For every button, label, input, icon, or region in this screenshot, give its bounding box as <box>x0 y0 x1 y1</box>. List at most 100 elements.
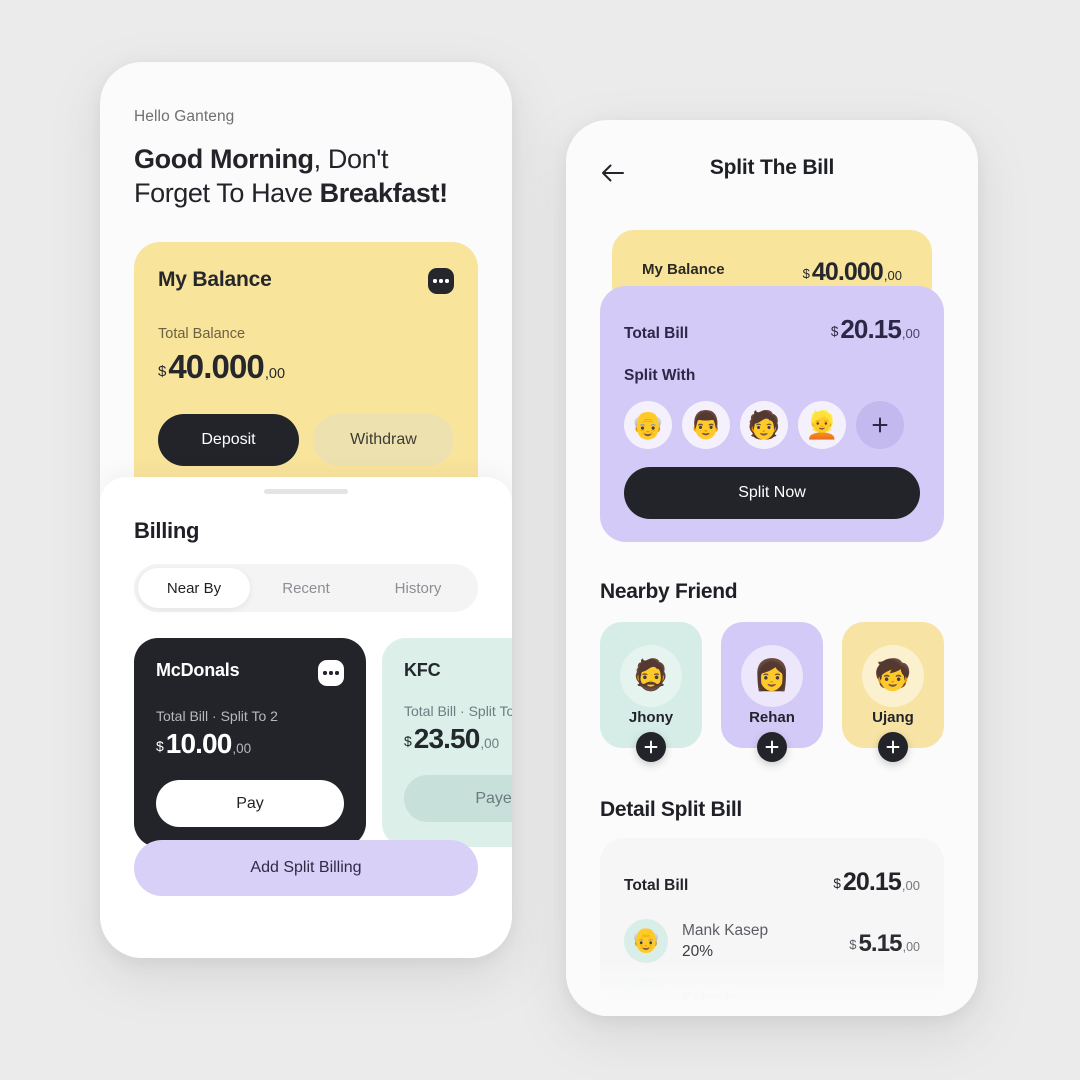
total-balance-label: Total Balance <box>158 326 246 342</box>
total-balance-amount: $ 40.000 ,00 <box>158 348 454 386</box>
sheet-drag-handle[interactable] <box>264 489 348 494</box>
split-total-row: Total Bill $ 20.15 ,00 <box>624 308 920 345</box>
split-participants-list: 👴 👨 🧑 👱 <box>624 401 920 449</box>
plus-icon <box>886 740 900 754</box>
dot <box>445 279 449 283</box>
person-avatar <box>624 977 668 1010</box>
person-amount: $ 5.15 ,00 <box>849 930 920 958</box>
currency-symbol: $ <box>833 876 841 891</box>
page-title: Split The Bill <box>709 156 835 179</box>
person-info: 👴 Mank Kasep 20% <box>624 919 768 963</box>
dot <box>433 279 437 283</box>
person-name: Mank Kasep <box>682 921 769 939</box>
billing-card-kfc[interactable]: KFC Total Bill · Split To 3 $ 23.50 ,00 … <box>382 638 512 847</box>
participant-avatar[interactable]: 👨 <box>682 401 730 449</box>
phone-home-screen: Hello Ganteng Good Morning, Don't Forget… <box>100 62 512 958</box>
billing-sheet: Billing Near By Recent History McDonals … <box>100 477 512 958</box>
friend-avatar: 🧒 <box>862 644 924 707</box>
detail-total-label: Total Bill <box>624 877 689 894</box>
participant-avatar[interactable]: 👱 <box>798 401 846 449</box>
person-name: Kakashi <box>682 990 738 1007</box>
detail-split-bill-title: Detail Split Bill <box>600 798 742 821</box>
split-header: Split The Bill <box>566 120 978 216</box>
amount-value: 40.000 <box>168 348 264 385</box>
bill-amount: $ 23.50 ,00 <box>404 723 512 755</box>
friend-card-jhony[interactable]: 🧔 Jhony <box>600 622 702 748</box>
plus-icon <box>872 417 888 433</box>
add-friend-button-ujang[interactable] <box>878 732 908 762</box>
home-header: Hello Ganteng Good Morning, Don't Forget… <box>100 62 512 211</box>
friend-card-jhony-wrap: 🧔 Jhony <box>600 622 702 762</box>
dot <box>335 671 339 675</box>
total-bill-label: Total Bill <box>624 325 689 342</box>
currency-symbol: $ <box>849 937 857 952</box>
add-friend-button-jhony[interactable] <box>636 732 666 762</box>
greeting-headline: Good Morning, Don't Forget To Have Break… <box>134 142 478 211</box>
participant-avatar[interactable]: 🧑 <box>740 401 788 449</box>
amount-decimals: ,00 <box>902 940 920 954</box>
bill-meta: Total Bill · Split To 3 <box>404 703 512 719</box>
friend-name: Ujang <box>872 708 914 726</box>
dot <box>323 671 327 675</box>
friend-name: Rehan <box>749 708 795 726</box>
balance-title: My Balance <box>158 268 272 291</box>
tab-near-by[interactable]: Near By <box>138 568 250 608</box>
currency-symbol: $ <box>156 738 164 754</box>
detail-split-bill-card: Total Bill $ 20.15 ,00 👴 Mank Kasep 20% … <box>600 838 944 1010</box>
participant-avatar[interactable]: 👴 <box>624 401 672 449</box>
add-friend-button-rehan[interactable] <box>757 732 787 762</box>
mini-balance-label: My Balance <box>642 260 725 278</box>
add-participant-button[interactable] <box>856 401 904 449</box>
arrow-left-icon[interactable] <box>598 158 628 188</box>
billing-card-header: McDonals <box>156 660 344 686</box>
detail-person-row-cutoff: Kakashi <box>624 977 920 1010</box>
amount-decimals: ,00 <box>480 736 500 751</box>
balance-actions: Deposit Withdraw <box>158 414 454 466</box>
split-with-label: Split With <box>624 367 696 384</box>
add-split-billing-button[interactable]: Add Split Billing <box>134 840 478 896</box>
amount-decimals: ,00 <box>232 741 252 756</box>
withdraw-button[interactable]: Withdraw <box>313 414 454 466</box>
friend-card-rehan[interactable]: 👩 Rehan <box>721 622 823 748</box>
friend-name: Jhony <box>628 708 674 726</box>
more-dots-icon[interactable] <box>428 268 454 294</box>
billing-card-list: McDonals Total Bill · Split To 2 $ 10.00… <box>134 638 512 847</box>
amount-value: 20.15 <box>842 868 902 896</box>
balance-card-header: My Balance <box>158 268 454 294</box>
greeting-small: Hello Ganteng <box>134 108 235 125</box>
total-bill-amount: $ 20.15 ,00 <box>831 314 920 345</box>
amount-decimals: ,00 <box>901 326 920 341</box>
pay-button[interactable]: Pay <box>156 780 344 827</box>
split-now-button[interactable]: Split Now <box>624 467 920 519</box>
currency-symbol: $ <box>830 324 839 339</box>
payed-status-button: Payed <box>404 775 512 822</box>
billing-card-mcdonals[interactable]: McDonals Total Bill · Split To 2 $ 10.00… <box>134 638 366 847</box>
friend-avatar: 🧔 <box>620 644 682 707</box>
currency-symbol: $ <box>158 363 167 380</box>
friend-card-ujang-wrap: 🧒 Ujang <box>842 622 944 762</box>
more-dots-icon[interactable] <box>318 660 344 686</box>
bill-meta: Total Bill · Split To 2 <box>156 708 278 724</box>
amount-decimals: ,00 <box>883 267 902 283</box>
split-bill-card: Total Bill $ 20.15 ,00 Split With 👴 👨 🧑 … <box>600 286 944 542</box>
person-percent: 20% <box>682 942 714 960</box>
plus-icon <box>644 740 658 754</box>
friend-avatar: 👩 <box>741 644 803 707</box>
nearby-friend-title: Nearby Friend <box>600 580 738 603</box>
tab-history[interactable]: History <box>362 568 474 608</box>
amount-decimals: ,00 <box>901 878 920 893</box>
mini-balance-amount: $ 40.000 ,00 <box>803 258 902 287</box>
person-avatar: 👴 <box>624 919 668 963</box>
detail-total-row: Total Bill $ 20.15 ,00 <box>624 862 920 897</box>
bill-amount: $ 10.00 ,00 <box>156 728 344 760</box>
friend-card-ujang[interactable]: 🧒 Ujang <box>842 622 944 748</box>
phone-split-bill-screen: Split The Bill My Balance $ 40.000 ,00 T… <box>566 120 978 1016</box>
tab-recent[interactable]: Recent <box>250 568 362 608</box>
merchant-name: KFC <box>404 660 441 680</box>
amount-value: 10.00 <box>165 728 232 759</box>
billing-title: Billing <box>134 518 200 543</box>
amount-value: 23.50 <box>413 723 480 754</box>
deposit-button[interactable]: Deposit <box>158 414 299 466</box>
friend-card-rehan-wrap: 👩 Rehan <box>721 622 823 762</box>
currency-symbol: $ <box>802 265 810 281</box>
